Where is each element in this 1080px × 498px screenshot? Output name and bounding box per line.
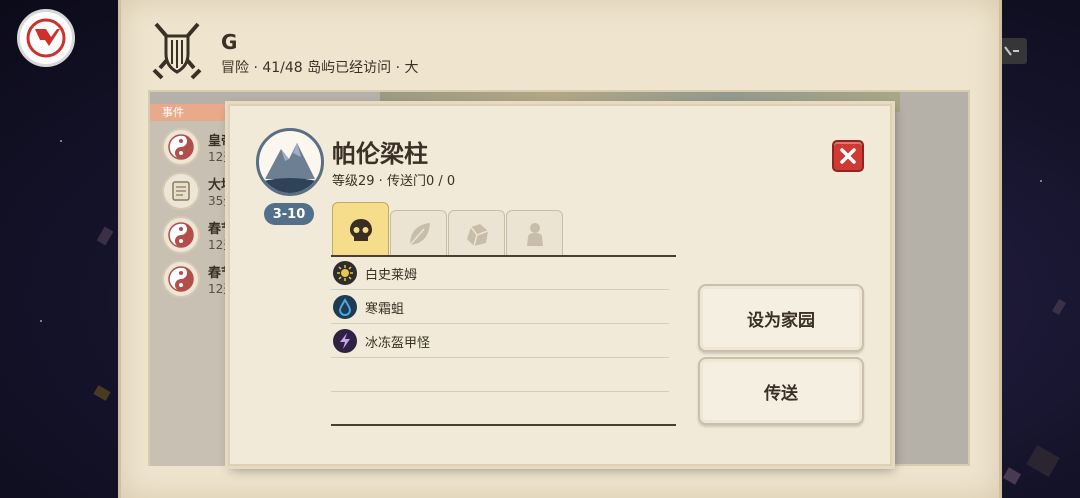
ore-icon [466,223,488,246]
level-range-badge: 3-10 [264,203,314,225]
teleport-button[interactable]: 传送 [698,357,864,425]
creature-row[interactable]: 寒霜蛆 [331,290,669,324]
yin-yang-icon [162,260,200,298]
close-icon [840,148,856,164]
event-item[interactable]: 春节 12天 [162,216,232,258]
yin-yang-icon [162,216,200,254]
list-divider [331,424,676,426]
app-logo[interactable] [17,9,75,67]
creature-name: 白史莱姆 [365,268,418,283]
tab-resources[interactable] [448,210,505,256]
event-item[interactable]: 春节 12天 [162,260,232,302]
empty-row [331,358,669,392]
tab-plants[interactable] [390,210,447,256]
island-name: 帕伦梁柱 [332,140,428,168]
close-button[interactable] [832,140,864,172]
water-drop-icon [333,295,357,319]
scroll-icon [162,172,200,210]
logo-icon [26,18,66,58]
page-subtitle: 冒险 · 41/48 岛屿已经访问 · 大 [221,60,419,76]
star [40,320,42,322]
crossed-swords-shield-icon [152,22,202,80]
creature-row[interactable]: 白史莱姆 [331,256,669,290]
star [1040,180,1042,182]
creature-name: 寒霜蛆 [365,302,405,317]
person-icon [526,222,543,246]
tab-creatures[interactable] [332,202,389,256]
empty-row [331,392,669,426]
page-title: G [221,30,238,54]
island-portrait [256,128,324,196]
creature-row[interactable]: 冰冻盔甲怪 [331,324,669,358]
events-tab[interactable]: 事件 [150,104,232,121]
leaf-icon [408,222,430,245]
tab-npcs[interactable] [506,210,563,256]
creature-name: 冰冻盔甲怪 [365,336,431,351]
skull-icon [349,218,372,241]
mountain-icon [263,143,317,193]
event-item[interactable]: 大地 35分 [162,172,232,214]
lightning-icon [333,329,357,353]
set-home-button[interactable]: 设为家园 [698,284,864,352]
yin-yang-icon [162,128,200,166]
star [60,140,62,142]
event-item[interactable]: 皇帝 12天 [162,128,232,170]
island-info: 等级29 · 传送门0 / 0 [332,174,456,189]
sun-icon [333,261,357,285]
